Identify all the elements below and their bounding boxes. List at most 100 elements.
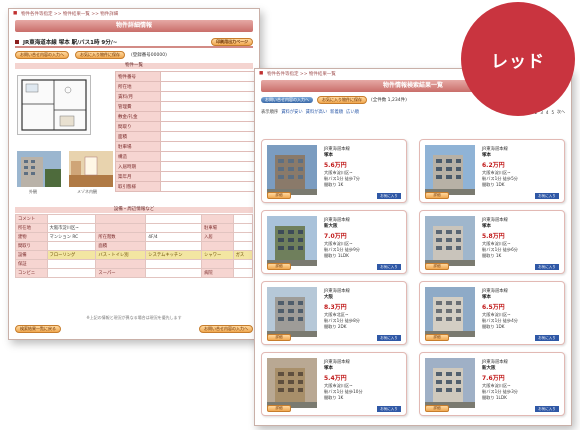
inquire-button[interactable]: お問い合せ内容の入力へ	[261, 97, 313, 103]
equipment-label	[95, 214, 147, 224]
sort-option[interactable]: 新着順	[330, 109, 343, 115]
equipment-label: 保証	[15, 259, 48, 269]
listing-favorite-button[interactable]: お気に入り	[535, 335, 559, 341]
listing-price: 5.4万円	[324, 375, 347, 382]
listing-detail-button[interactable]: 詳細	[267, 263, 291, 270]
listing-detail-button[interactable]: 詳細	[425, 263, 449, 270]
listing-card[interactable]: JR東海道本線 大阪 8.3万円 大阪市北区~ 駅バス1分 徒歩8分 間取り 2DK 詳細お…	[261, 281, 407, 345]
spec-label: 入居時期	[115, 161, 161, 172]
spec-label: 間取り	[115, 121, 161, 132]
spec-table: 物件番号 所在地 賃料/月 管理費 敷金/礼金 間取り 面積 駐車場 構造 入居…	[115, 71, 259, 192]
listing-price: 7.0万円	[324, 233, 347, 240]
equipment-value	[232, 268, 254, 278]
spec-value	[160, 151, 259, 162]
listing-card[interactable]: JR東海道本線 新大阪 7.0万円 大阪市淀川区~ 駅バス1分 徒歩9分 間取り 1LDK…	[261, 210, 407, 274]
spec-label: 面積	[115, 131, 161, 142]
sort-option[interactable]: 広い順	[346, 109, 359, 115]
listing-price: 7.6万円	[482, 375, 505, 382]
equipment-value	[232, 232, 254, 242]
listing-photo[interactable]	[425, 145, 475, 195]
listing-card[interactable]: JR東海道本線 塚本 5.4万円 大阪市淀川区~ 駅バス1分 徒歩10分 間取り 1K 詳細…	[261, 352, 407, 416]
listing-favorite-button[interactable]: お気に入り	[377, 193, 401, 199]
listing-photo[interactable]	[425, 216, 475, 266]
spec-value	[160, 131, 259, 142]
listing-photo[interactable]	[267, 287, 317, 337]
listing-detail-button[interactable]: 詳細	[267, 405, 291, 412]
color-badge: レッド	[461, 2, 575, 116]
equipment-label: 駐車場	[201, 223, 234, 233]
equipment-label: 面積	[95, 241, 147, 251]
equipment-value: フローリング	[46, 250, 97, 260]
spec-label: 敷金/礼金	[115, 111, 161, 122]
sort-label: 表示順序	[261, 110, 279, 115]
back-to-list-button[interactable]: 検索結果一覧に戻る	[15, 325, 61, 333]
listing-card[interactable]: JR東海道本線 塚本 5.8万円 大阪市淀川区~ 駅バス1分 徒歩6分 間取り 1K 詳細お…	[419, 210, 565, 274]
listing-card[interactable]: JR東海道本線 新大阪 7.6万円 大阪市淀川区~ 駅バス1分 徒歩3分 間取り 1LDK…	[419, 352, 565, 416]
equipment-label: コンビニ	[15, 268, 48, 278]
badge-label: レッド	[491, 51, 545, 72]
spec-label: 駐車場	[115, 141, 161, 152]
listing-favorite-button[interactable]: お気に入り	[535, 193, 559, 199]
listing-layout: 間取り 1K	[482, 253, 502, 258]
page-link[interactable]: 4	[546, 110, 549, 115]
sort-option[interactable]: 賃料が高い	[306, 109, 327, 115]
equipment-value	[145, 259, 203, 269]
listing-price: 6.5万円	[482, 304, 505, 311]
listing-detail-button[interactable]: 詳細	[425, 405, 449, 412]
listing-layout: 間取り 1K	[324, 395, 344, 400]
listing-detail-button[interactable]: 詳細	[425, 192, 449, 199]
reg-number: (登録番号00000)	[131, 53, 167, 58]
listing-detail-button[interactable]: 詳細	[267, 192, 291, 199]
spec-value	[160, 91, 259, 102]
spec-value	[160, 111, 259, 122]
listing-detail-button[interactable]: 詳細	[267, 334, 291, 341]
listing-photo[interactable]	[425, 287, 475, 337]
page-link[interactable]: 次へ	[557, 109, 565, 115]
favorite-button[interactable]: お気に入り物件に保存	[75, 51, 125, 59]
floorplan-image[interactable]	[17, 75, 91, 135]
favorite-button[interactable]: お気に入り物件に保存	[317, 96, 367, 104]
spec-label: 所在地	[115, 81, 161, 92]
listing-detail-button[interactable]: 詳細	[425, 334, 449, 341]
equipment-value	[145, 214, 203, 224]
listing-photo[interactable]	[267, 358, 317, 408]
spec-value	[160, 141, 259, 152]
listing-card[interactable]: JR東海道本線 塚本 5.6万円 大阪市淀川区~ 駅バス1分 徒歩7分 間取り 1K 詳細お…	[261, 139, 407, 203]
bullet-icon	[15, 39, 19, 44]
listing-layout: 間取り 1DK	[482, 324, 505, 329]
listing-price: 5.8万円	[482, 233, 505, 240]
listing-card[interactable]: JR東海道本線 塚本 6.5万円 大阪市淀川区~ 駅バス1分 徒歩4分 間取り 1DK 詳細…	[419, 281, 565, 345]
spec-value	[160, 161, 259, 172]
listing-station: 塚本	[324, 366, 333, 371]
listing-card[interactable]: JR東海道本線 塚本 6.2万円 大阪市淀川区~ 駅バス1分 徒歩5分 間取り 1DK 詳細…	[419, 139, 565, 203]
listing-favorite-button[interactable]: お気に入り	[377, 264, 401, 270]
listing-photo[interactable]	[267, 145, 317, 195]
print-button[interactable]: 印刷用出力ページ	[211, 37, 253, 46]
listing-photo[interactable]	[425, 358, 475, 408]
equipment-value: バス・トイレ別	[95, 250, 147, 260]
spec-value	[160, 121, 259, 132]
interior-photo[interactable]	[69, 151, 113, 187]
listing-favorite-button[interactable]: お気に入り	[377, 406, 401, 412]
equipment-label: 所在地	[15, 223, 48, 233]
equipment-row: 間取り 面積	[15, 241, 254, 251]
listing-layout: 間取り 1LDK	[482, 395, 507, 400]
equipment-value	[232, 241, 254, 251]
inquire-button[interactable]: お問い合せ内容の入力へ	[15, 51, 69, 59]
equipment-row: 所在地 大阪市淀川区~ 駐車場	[15, 223, 254, 233]
listing-favorite-button[interactable]: お気に入り	[535, 264, 559, 270]
listing-price: 8.3万円	[324, 304, 347, 311]
listing-photo[interactable]	[267, 216, 317, 266]
sort-option[interactable]: 賃料が安い	[281, 109, 302, 115]
equipment-label	[201, 241, 234, 251]
listing-favorite-button[interactable]: お気に入り	[535, 406, 559, 412]
page-link[interactable]: 5	[551, 110, 554, 115]
equipment-label	[201, 214, 234, 224]
listing-favorite-button[interactable]: お気に入り	[377, 335, 401, 341]
equipment-value: 4F/4	[145, 232, 203, 242]
listing-layout: 間取り 1LDK	[324, 253, 349, 258]
listing-station: 塚本	[324, 153, 333, 158]
inquire-bottom-button[interactable]: お問い合せ内容の入力へ	[199, 325, 253, 333]
exterior-photo[interactable]	[17, 151, 61, 187]
equipment-value: 大阪市淀川区~	[46, 223, 97, 233]
